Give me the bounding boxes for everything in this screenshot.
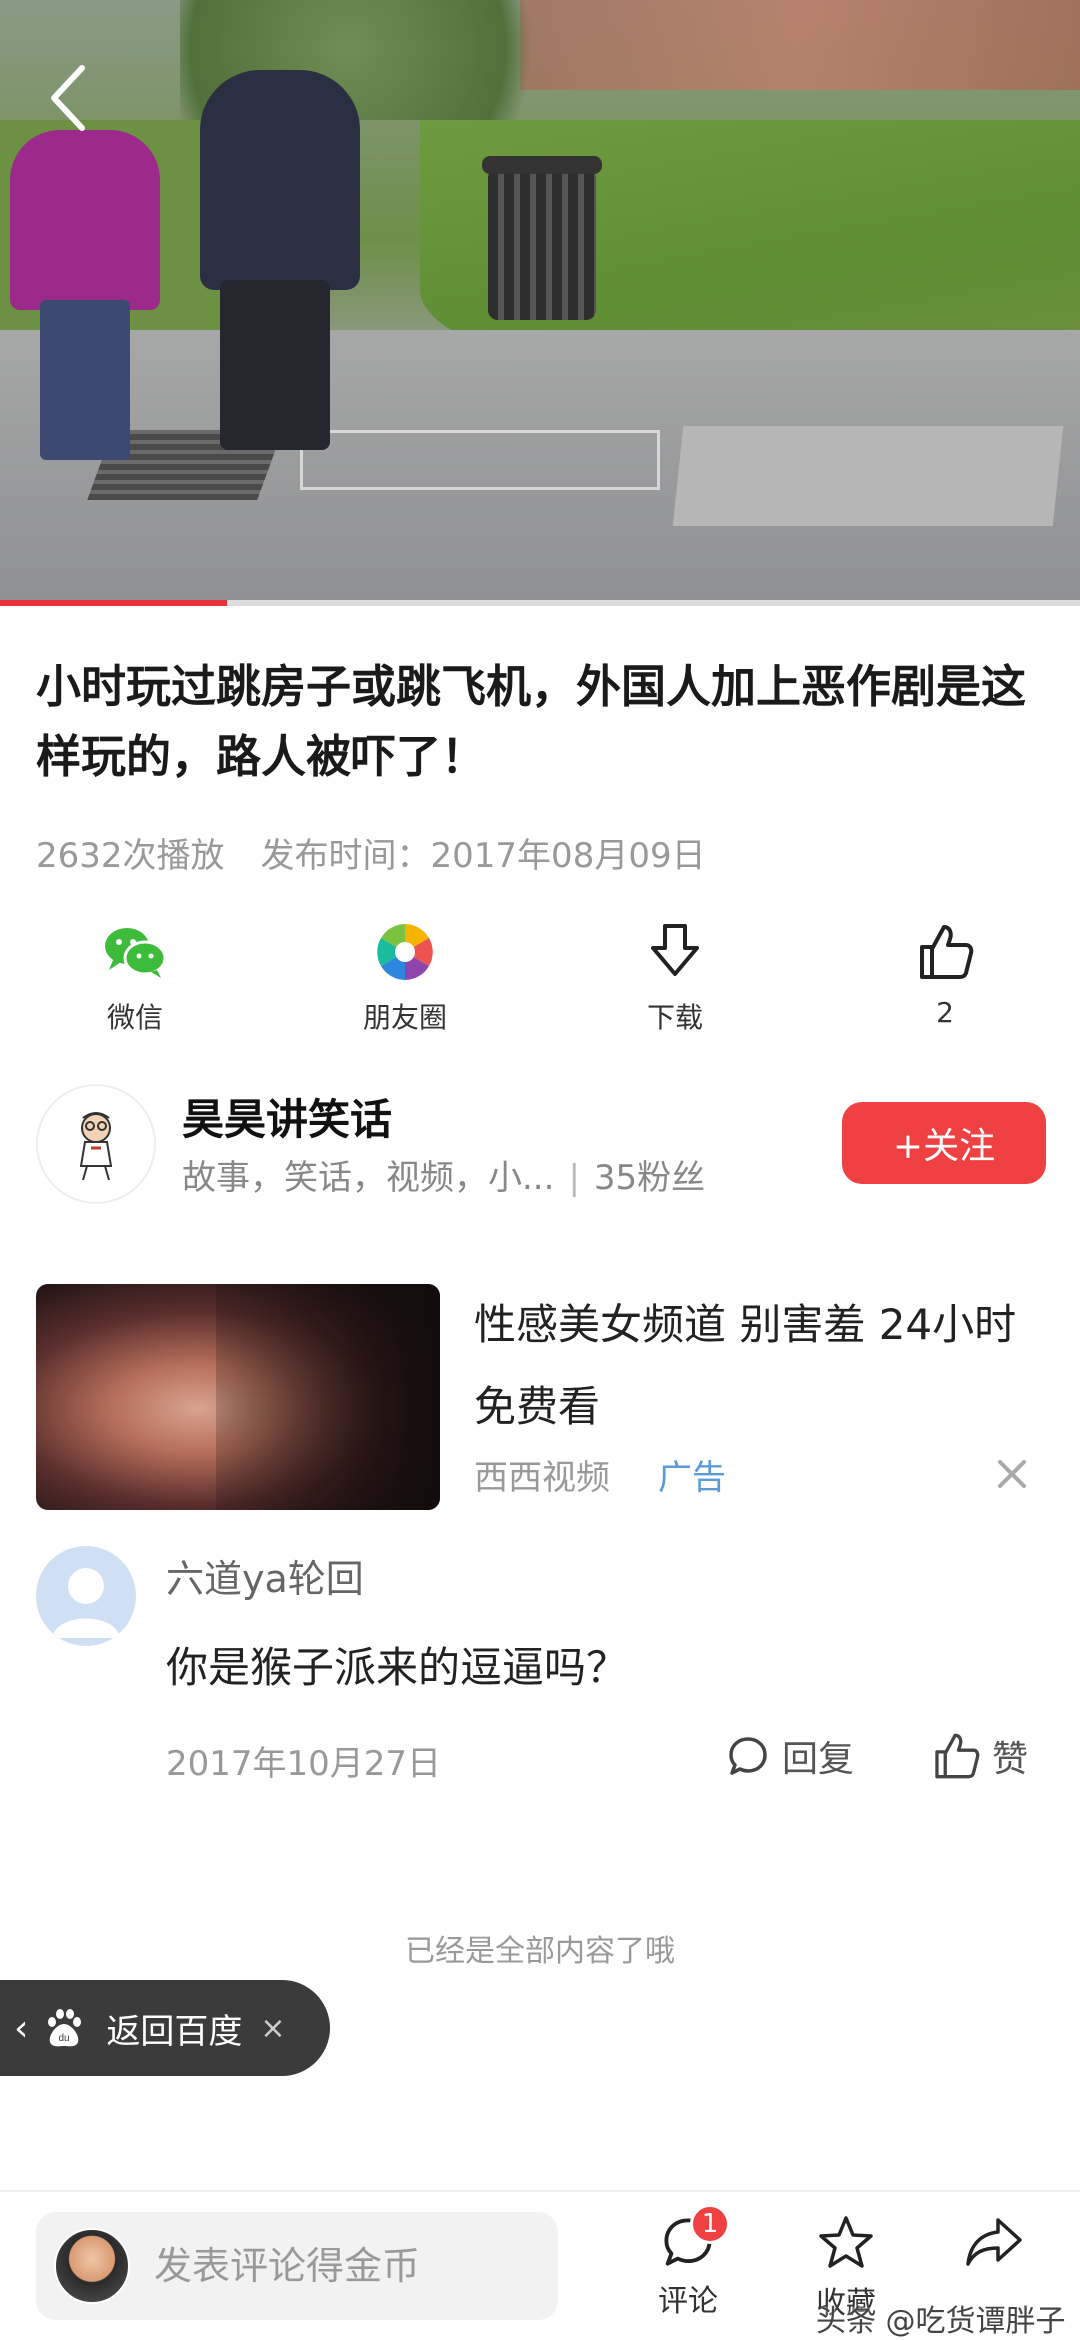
video-player[interactable] [0, 0, 1080, 605]
share-row: 微信 朋友圈 下载 2 [0, 920, 1080, 1040]
share-button[interactable] [934, 2214, 1054, 2270]
video-frame-buildings [520, 0, 1080, 90]
watermark-text: 头条 @吃货谭胖子 [816, 2304, 1066, 2339]
comment-item: 六道ya轮回 你是猴子派来的逗逼吗？ 2017年10月27日 回复 赞 [36, 1546, 1046, 1786]
author-description: 故事，笑话，视频，小... | 35粉丝 [182, 1150, 705, 1199]
publish-time: 发布时间：2017年08月09日 [260, 836, 706, 876]
download-icon [643, 920, 707, 984]
video-frame-slab [672, 426, 1064, 526]
like-button[interactable]: 2 [810, 920, 1080, 1040]
video-progress-bar[interactable] [0, 600, 1080, 606]
back-to-baidu-button[interactable]: ‹ du 返回百度 × [0, 1980, 330, 2076]
cartoon-avatar-icon [79, 1112, 113, 1181]
reply-label: 回复 [782, 1739, 855, 1780]
comment-like-button[interactable]: 赞 [932, 1728, 1028, 1784]
comment-date: 2017年10月27日 [166, 1744, 442, 1784]
comment-input[interactable] [154, 2232, 544, 2300]
speech-bubble-icon [729, 1737, 767, 1775]
star-icon [819, 2216, 873, 2268]
share-wechat-button[interactable]: 微信 [0, 920, 270, 1040]
wechat-icon [103, 920, 167, 984]
author-avatar[interactable] [36, 1084, 156, 1204]
video-frame-girl [10, 130, 160, 310]
download-label: 下载 [646, 1001, 703, 1034]
video-frame-girl-legs [40, 300, 130, 460]
download-button[interactable]: 下载 [540, 920, 810, 1040]
close-icon[interactable] [992, 1454, 1032, 1494]
ad-tag: 广告 [658, 1458, 726, 1498]
back-arrow-icon[interactable] [38, 58, 98, 138]
thumbs-up-icon [935, 1733, 980, 1779]
video-frame-man [200, 70, 360, 290]
comments-button[interactable]: 1 评论 [628, 2204, 748, 2320]
video-frame-man-legs [220, 280, 330, 450]
end-of-content-note: 已经是全部内容了哦 [405, 1934, 675, 1969]
share-wechat-label: 微信 [106, 1001, 163, 1034]
play-count: 2632次播放 [36, 836, 225, 876]
ad-card[interactable]: 性感美女频道 别害羞 24小时免费看 西西视频 广告 [36, 1284, 1046, 1510]
ad-title[interactable]: 性感美女频道 别害羞 24小时免费看 [474, 1284, 1034, 1448]
video-frame-hopscotch [300, 430, 660, 490]
video-frame-trash-can [482, 156, 602, 320]
author-desc-separator: | [568, 1158, 580, 1198]
share-moments-button[interactable]: 朋友圈 [270, 920, 540, 1040]
svg-text:du: du [59, 2033, 70, 2044]
default-user-icon [52, 1568, 120, 1638]
share-moments-label: 朋友圈 [362, 1001, 447, 1034]
ad-thumbnail[interactable] [36, 1284, 440, 1510]
comment-text: 你是猴子派来的逗逼吗？ [166, 1643, 629, 1692]
author-card[interactable]: 昊昊讲笑话 故事，笑话，视频，小... | 35粉丝 +关注 [36, 1082, 1046, 1207]
comment-count-badge: 1 [690, 2204, 730, 2244]
video-progress-fill [0, 600, 227, 606]
back-to-baidu-label: 返回百度 [106, 2011, 243, 2052]
author-name[interactable]: 昊昊讲笑话 [182, 1086, 392, 1147]
baidu-paw-icon: du [48, 2009, 82, 2047]
moments-icon [373, 920, 437, 984]
follow-button[interactable]: +关注 [842, 1102, 1046, 1184]
comment-input-box[interactable] [36, 2212, 558, 2320]
reply-button[interactable]: 回复 [726, 1728, 854, 1784]
article-meta: 2632次播放 发布时间：2017年08月09日 [36, 828, 706, 877]
thumbs-up-icon [913, 920, 977, 984]
commenter-name[interactable]: 六道ya轮回 [166, 1548, 364, 1603]
share-arrow-icon [966, 2218, 1022, 2266]
comment-like-label: 赞 [992, 1739, 1029, 1780]
chevron-left-icon: ‹ [14, 2007, 29, 2049]
ad-source: 西西视频 [474, 1458, 610, 1498]
ad-thumbnail-shade [216, 1284, 440, 1510]
author-tags: 故事，笑话，视频，小... [182, 1158, 555, 1198]
current-user-avatar [54, 2228, 130, 2304]
bottom-toolbar: 1 评论 收藏 头条 @吃货谭胖子 [0, 2190, 1080, 2340]
comments-label: 评论 [658, 2284, 718, 2319]
commenter-avatar[interactable] [36, 1546, 136, 1646]
close-pill-icon[interactable]: × [260, 2011, 285, 2046]
like-count: 2 [936, 996, 954, 1029]
author-fans: 35粉丝 [593, 1158, 706, 1198]
article-title: 小时玩过跳房子或跳飞机，外国人加上恶作剧是这样玩的，路人被吓了！ [36, 660, 1027, 783]
